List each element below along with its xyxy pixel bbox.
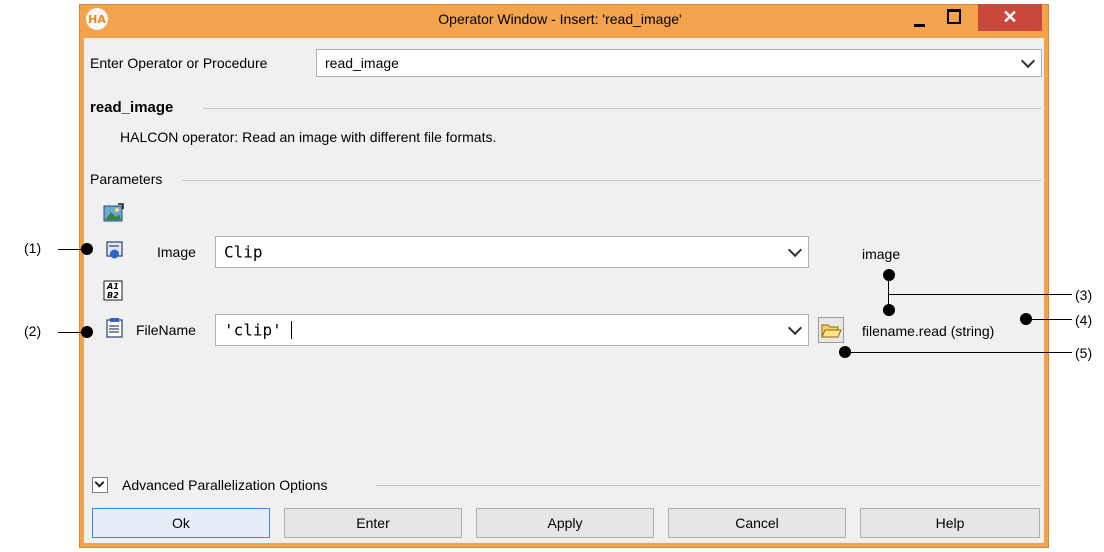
text-cursor [291,321,292,339]
iconic-parameter-icon [106,241,123,259]
window-title: Operator Window - Insert: 'read_image' [438,11,682,27]
svg-text:B2: B2 [107,291,119,300]
dialog-body [84,38,1044,543]
callout-1-label: (1) [24,240,42,256]
callout-3-line [888,294,1072,295]
callout-4-label: (4) [1075,312,1093,328]
chevron-down-icon [94,477,105,488]
filename-param-combobox[interactable]: 'clip' [215,314,809,346]
callout-1-marker [81,243,93,255]
browse-button[interactable] [818,317,844,343]
callout-2-marker [81,326,93,338]
parameters-heading: Parameters [90,171,163,187]
help-button[interactable]: Help [860,508,1040,538]
chevron-down-icon [787,242,803,258]
filename-param-value: 'clip' [224,320,282,340]
enter-button[interactable]: Enter [284,508,462,538]
operator-entry-label: Enter Operator or Procedure [90,55,268,71]
control-data-icon: A1 B2 [103,280,123,301]
callout-4-line [1030,319,1072,320]
svg-text:A1: A1 [106,282,119,291]
cancel-button[interactable]: Cancel [668,508,846,538]
image-param-combobox[interactable]: Clip [215,236,809,268]
divider [182,180,1041,181]
callout-2-label: (2) [24,323,42,339]
folder-open-icon [821,324,842,338]
image-param-label: Image [157,244,196,260]
filename-param-type: filename.read (string) [862,323,995,339]
callout-5-label: (5) [1075,345,1093,361]
ok-button[interactable]: Ok [92,508,270,538]
close-button[interactable]: ✕ [978,4,1042,31]
callout-3-marker-bottom [883,304,895,316]
control-parameter-icon [106,318,123,338]
operator-combobox[interactable]: read_image [316,49,1042,77]
callout-3-label: (3) [1075,287,1093,303]
chevron-down-icon [787,320,803,336]
minimize-button[interactable] [911,12,929,28]
halcon-app-icon: HA [86,8,108,30]
image-param-value: Clip [224,242,263,262]
operator-description: HALCON operator: Read an image with diff… [120,129,497,145]
callout-3-bracket [888,275,889,310]
advanced-label: Advanced Parallelization Options [122,477,328,493]
advanced-toggle[interactable] [92,477,108,493]
maximize-button[interactable] [947,9,963,25]
filename-param-label: FileName [136,322,196,338]
chevron-down-icon [1020,53,1036,69]
image-param-type: image [862,246,901,262]
image-output-icon [103,203,124,222]
divider [376,485,1041,486]
divider [203,108,1041,109]
callout-3-marker-top [883,269,895,281]
callout-5-line [849,352,1072,353]
operator-name-heading: read_image [90,99,174,116]
operator-combobox-value: read_image [325,55,399,71]
apply-button[interactable]: Apply [476,508,654,538]
